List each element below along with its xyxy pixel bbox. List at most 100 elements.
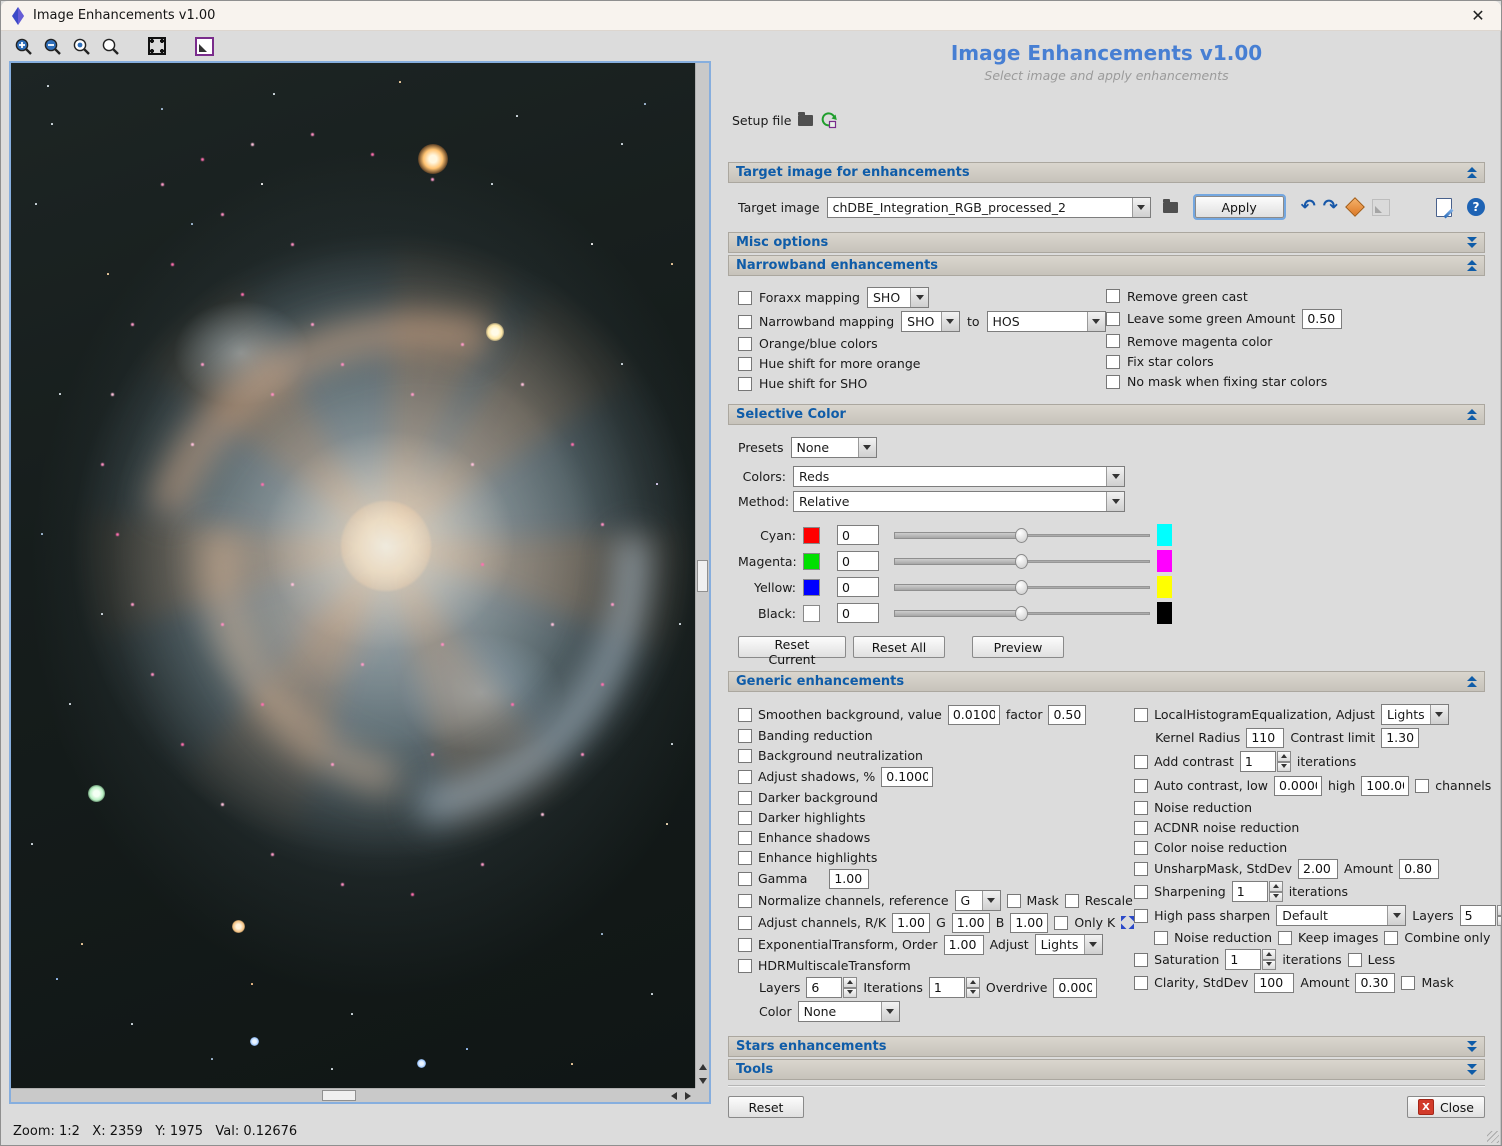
- saturation-less-checkbox[interactable]: [1348, 953, 1362, 967]
- spin-down-icon[interactable]: [843, 988, 857, 999]
- normalize-rescale-checkbox[interactable]: [1065, 894, 1079, 908]
- spin-up-icon[interactable]: [966, 977, 980, 988]
- hue-shift-sho-checkbox[interactable]: [738, 377, 752, 391]
- hp-combine-only-checkbox[interactable]: [1384, 931, 1398, 945]
- zoom-in-icon[interactable]: [13, 36, 33, 56]
- enhance-highlights-checkbox[interactable]: [738, 851, 752, 865]
- scroll-up-icon[interactable]: [696, 1060, 710, 1074]
- gamma-input[interactable]: [829, 869, 869, 889]
- fix-star-colors-checkbox[interactable]: [1106, 355, 1120, 369]
- remove-green-cast-checkbox[interactable]: [1106, 289, 1120, 303]
- cyan-slider[interactable]: [894, 527, 1150, 544]
- reset-button[interactable]: Reset: [728, 1096, 804, 1118]
- saturation-checkbox[interactable]: [1134, 953, 1148, 967]
- clarity-amount-input[interactable]: [1355, 973, 1395, 993]
- slider-thumb[interactable]: [1015, 554, 1028, 569]
- colors-select[interactable]: Reds: [793, 466, 1125, 487]
- lhe-checkbox[interactable]: [1134, 708, 1148, 722]
- setup-load-icon[interactable]: [820, 111, 838, 129]
- add-contrast-checkbox[interactable]: [1134, 755, 1148, 769]
- hdr-color-select[interactable]: None: [798, 1001, 900, 1022]
- hp-keep-images-checkbox[interactable]: [1278, 931, 1292, 945]
- stf-autostretch-icon[interactable]: [194, 36, 214, 56]
- section-bar-tools[interactable]: Tools: [728, 1059, 1485, 1080]
- high-pass-select[interactable]: Default: [1276, 905, 1406, 926]
- close-button[interactable]: X Close: [1407, 1096, 1485, 1118]
- spin-up-icon[interactable]: [1497, 905, 1502, 916]
- adjust-r-input[interactable]: [892, 913, 930, 933]
- spin-down-icon[interactable]: [1497, 916, 1502, 927]
- zoom-one-to-one-icon[interactable]: [71, 36, 91, 56]
- undo-icon[interactable]: ↶: [1301, 198, 1316, 216]
- sharpening-spinner[interactable]: [1232, 881, 1283, 902]
- hdr-layers-spinner[interactable]: [806, 977, 857, 998]
- kernel-radius-input[interactable]: [1246, 728, 1284, 748]
- clarity-stddev-input[interactable]: [1254, 973, 1294, 993]
- contract-arrows-icon[interactable]: [1121, 916, 1134, 929]
- adjust-b-input[interactable]: [1010, 913, 1048, 933]
- preview-button[interactable]: Preview: [972, 636, 1064, 658]
- sharpening-checkbox[interactable]: [1134, 885, 1148, 899]
- smoothen-background-checkbox[interactable]: [738, 708, 752, 722]
- foraxx-mapping-checkbox[interactable]: [738, 291, 752, 305]
- scroll-right-icon[interactable]: [681, 1089, 695, 1103]
- remove-magenta-checkbox[interactable]: [1106, 334, 1120, 348]
- target-browse-folder-icon[interactable]: [1163, 202, 1178, 213]
- section-bar-misc[interactable]: Misc options: [728, 232, 1485, 253]
- lhe-adjust-select[interactable]: Lights: [1381, 704, 1449, 725]
- narrowband-mapping-to-select[interactable]: HOS: [987, 311, 1106, 332]
- auto-contrast-low-input[interactable]: [1274, 776, 1322, 796]
- foraxx-mapping-select[interactable]: SHO: [867, 287, 929, 308]
- spin-down-icon[interactable]: [966, 988, 980, 999]
- redo-icon[interactable]: ↷: [1323, 198, 1338, 216]
- magenta-slider[interactable]: [894, 553, 1150, 570]
- hdr-iterations-spinner[interactable]: [929, 977, 980, 998]
- vertical-scrollbar-thumb[interactable]: [697, 560, 708, 592]
- slider-thumb[interactable]: [1015, 580, 1028, 595]
- zoom-out-icon[interactable]: [42, 36, 62, 56]
- noise-reduction-checkbox[interactable]: [1134, 801, 1148, 815]
- darker-highlights-checkbox[interactable]: [738, 811, 752, 825]
- fit-view-icon[interactable]: [147, 36, 167, 56]
- leave-some-green-amount-input[interactable]: [1302, 309, 1342, 329]
- new-instance-icon[interactable]: [1436, 198, 1452, 217]
- adjust-channels-checkbox[interactable]: [738, 916, 752, 930]
- adjust-shadows-checkbox[interactable]: [738, 770, 752, 784]
- horizontal-scrollbar-thumb[interactable]: [322, 1090, 356, 1101]
- smoothen-factor-input[interactable]: [1048, 705, 1086, 725]
- banding-reduction-checkbox[interactable]: [738, 729, 752, 743]
- unsharp-amount-input[interactable]: [1399, 859, 1439, 879]
- scroll-left-icon[interactable]: [667, 1089, 681, 1103]
- add-contrast-spinner[interactable]: [1240, 751, 1291, 772]
- normalize-channels-checkbox[interactable]: [738, 894, 752, 908]
- unsharp-stddev-input[interactable]: [1298, 859, 1338, 879]
- unsharp-mask-checkbox[interactable]: [1134, 862, 1148, 876]
- hdr-overdrive-input[interactable]: [1053, 978, 1097, 998]
- smoothen-value-input[interactable]: [948, 705, 1000, 725]
- window-close-icon[interactable]: ✕: [1465, 6, 1491, 25]
- method-select[interactable]: Relative: [793, 491, 1125, 512]
- clarity-mask-checkbox[interactable]: [1401, 976, 1415, 990]
- scroll-down-icon[interactable]: [696, 1074, 710, 1088]
- hdr-multiscale-checkbox[interactable]: [738, 959, 752, 973]
- leave-some-green-checkbox[interactable]: [1106, 312, 1120, 326]
- target-image-select[interactable]: chDBE_Integration_RGB_processed_2: [827, 197, 1151, 218]
- hp-noise-reduction-checkbox[interactable]: [1154, 931, 1168, 945]
- black-slider[interactable]: [894, 605, 1150, 622]
- magenta-value-input[interactable]: [837, 551, 879, 571]
- section-bar-selective-color[interactable]: Selective Color: [728, 404, 1485, 425]
- section-bar-generic[interactable]: Generic enhancements: [728, 671, 1485, 692]
- spin-down-icon[interactable]: [1277, 762, 1291, 773]
- spin-up-icon[interactable]: [1269, 881, 1283, 892]
- slider-thumb[interactable]: [1015, 528, 1028, 543]
- narrowband-mapping-from-select[interactable]: SHO: [901, 311, 960, 332]
- cyan-value-input[interactable]: [837, 525, 879, 545]
- section-bar-target[interactable]: Target image for enhancements: [728, 162, 1485, 183]
- gamma-checkbox[interactable]: [738, 872, 752, 886]
- reset-current-button[interactable]: Reset Current: [738, 636, 846, 658]
- auto-contrast-high-input[interactable]: [1361, 776, 1409, 796]
- darker-background-checkbox[interactable]: [738, 791, 752, 805]
- slider-thumb[interactable]: [1015, 606, 1028, 621]
- high-pass-layers-spinner[interactable]: [1460, 905, 1502, 926]
- horizontal-scrollbar[interactable]: [11, 1088, 695, 1102]
